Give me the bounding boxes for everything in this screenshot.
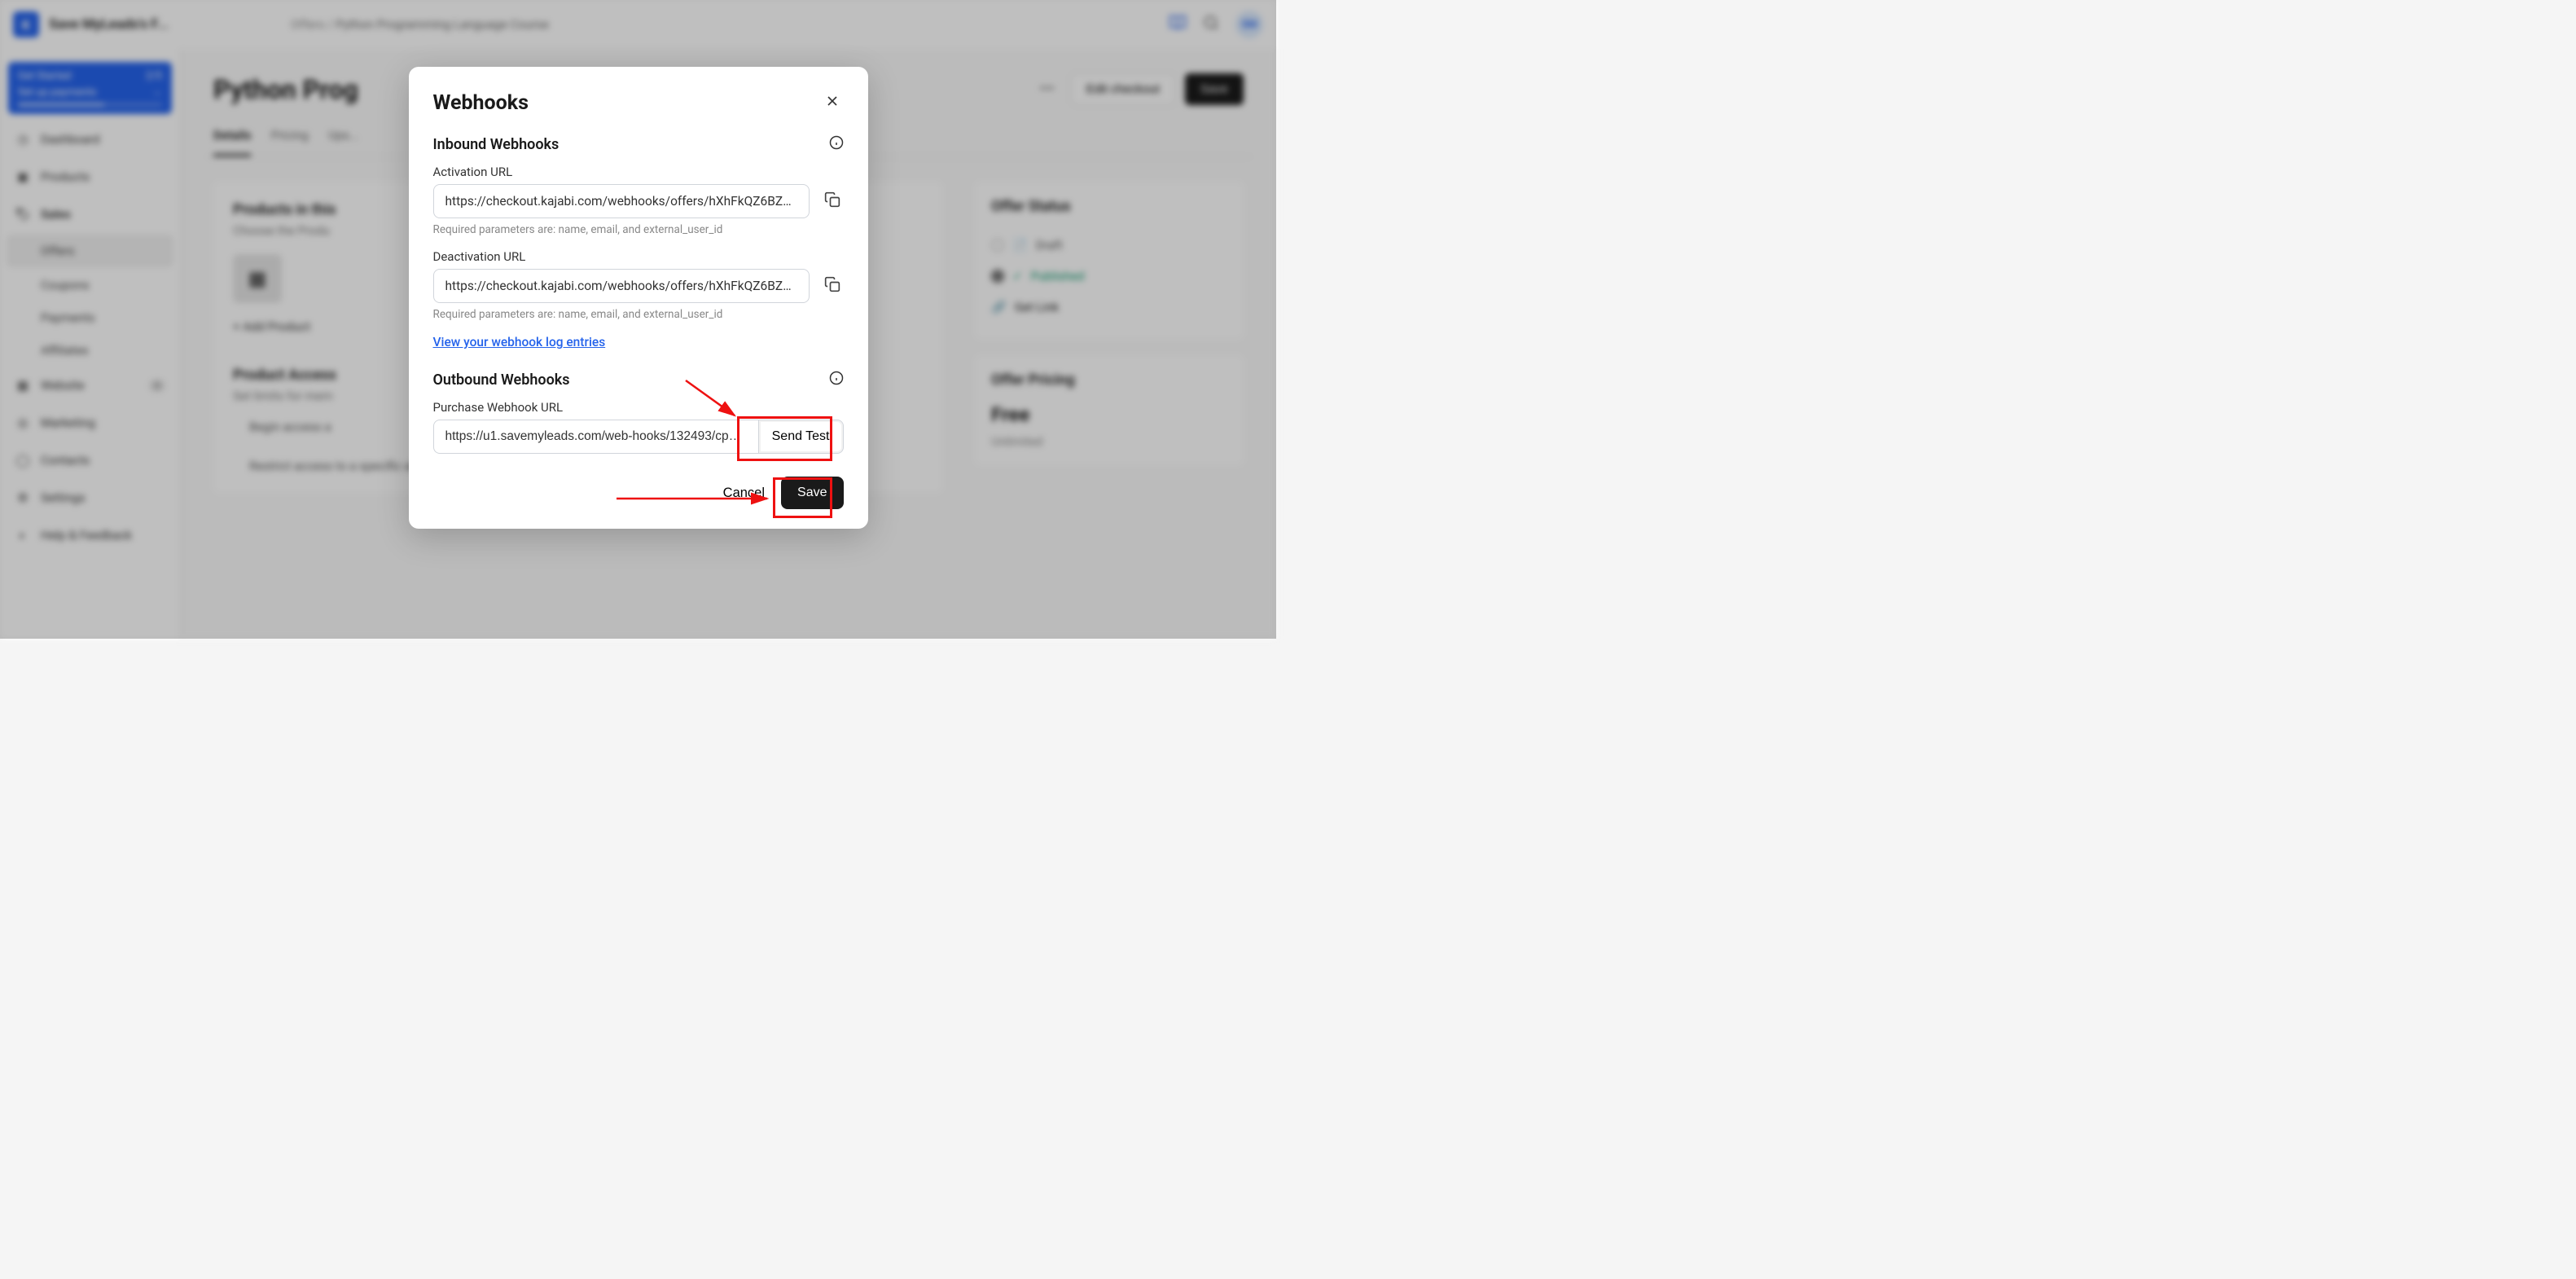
close-button[interactable] bbox=[821, 90, 844, 116]
activation-hint: Required parameters are: name, email, an… bbox=[433, 223, 844, 236]
webhooks-modal: Webhooks Inbound Webhooks Activation URL… bbox=[409, 67, 868, 529]
purchase-label: Purchase Webhook URL bbox=[433, 400, 844, 415]
outbound-heading: Outbound Webhooks bbox=[433, 371, 570, 389]
deactivation-hint: Required parameters are: name, email, an… bbox=[433, 308, 844, 321]
deactivation-label: Deactivation URL bbox=[433, 249, 844, 264]
copy-activation-button[interactable] bbox=[821, 188, 844, 214]
activation-url-input[interactable]: https://checkout.kajabi.com/webhooks/off… bbox=[433, 184, 810, 218]
copy-deactivation-button[interactable] bbox=[821, 273, 844, 299]
send-test-button[interactable]: Send Test bbox=[758, 420, 844, 454]
deactivation-url-input[interactable]: https://checkout.kajabi.com/webhooks/off… bbox=[433, 269, 810, 303]
modal-title: Webhooks bbox=[433, 91, 529, 115]
outbound-info-icon[interactable] bbox=[829, 371, 844, 389]
cancel-button[interactable]: Cancel bbox=[718, 477, 770, 509]
inbound-info-icon[interactable] bbox=[829, 135, 844, 153]
webhook-log-link[interactable]: View your webhook log entries bbox=[433, 335, 606, 349]
inbound-heading: Inbound Webhooks bbox=[433, 136, 560, 153]
save-button[interactable]: Save bbox=[781, 477, 843, 509]
modal-backdrop[interactable]: Webhooks Inbound Webhooks Activation URL… bbox=[0, 0, 1276, 639]
purchase-url-input[interactable] bbox=[433, 420, 758, 454]
activation-label: Activation URL bbox=[433, 165, 844, 179]
